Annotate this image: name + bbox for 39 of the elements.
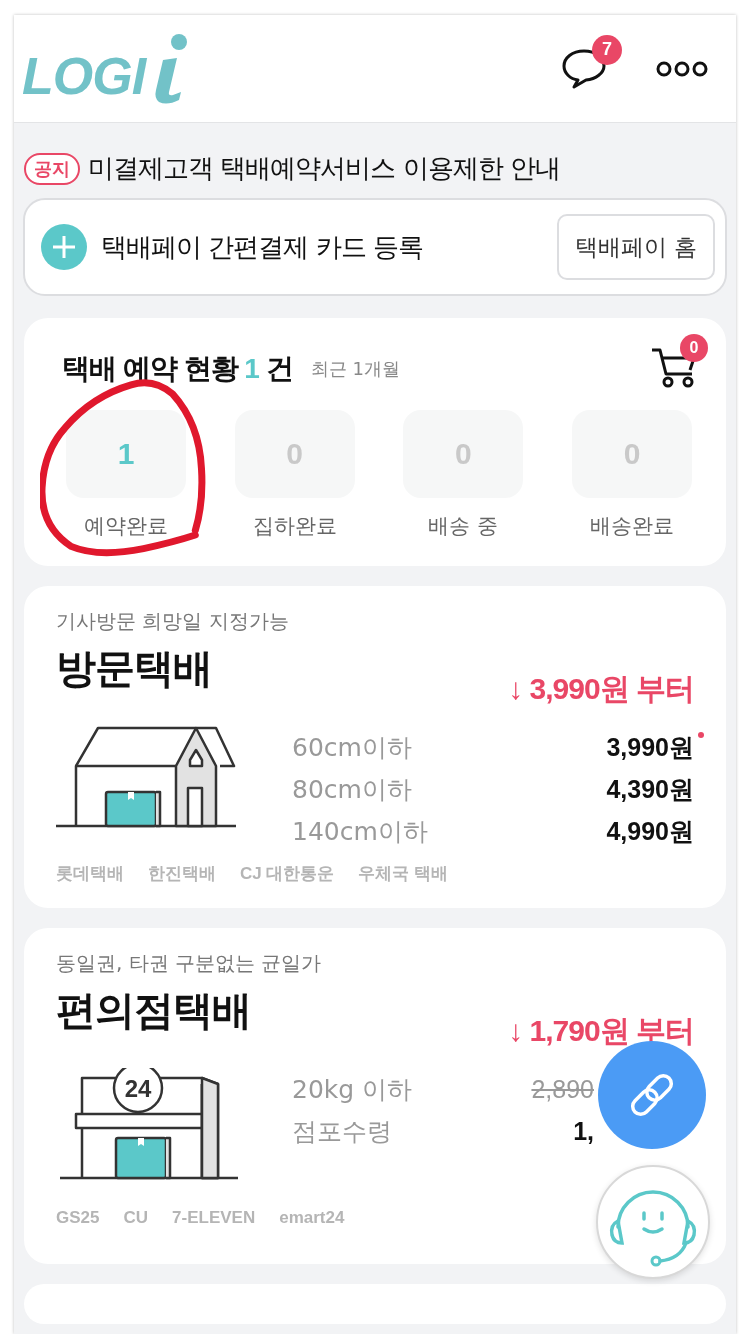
reservation-title: 택배 예약 현황 1 건: [62, 352, 293, 386]
carrier-logo: 한진택배: [148, 863, 216, 885]
pay-home-button[interactable]: 택배페이 홈: [556, 214, 715, 280]
notice-link[interactable]: 미결제고객 택배예약서비스 이용제한 안내: [88, 151, 560, 186]
price-text: 1,: [573, 1116, 594, 1146]
cart-badge: 0: [680, 334, 708, 362]
notification-badge: 7: [592, 34, 622, 65]
service-subtitle: 동일권, 타권 구분없는 균일가: [56, 950, 323, 977]
more-icon[interactable]: [656, 59, 708, 78]
carrier-logo: 7-ELEVEN: [172, 1208, 256, 1228]
from-price: ↓ 1,790원 부터: [508, 1013, 694, 1049]
status-label: 집하완료: [252, 513, 337, 540]
price-text: 3,990원: [606, 731, 694, 763]
service-subtitle: 기사방문 희망일 지정가능: [56, 608, 290, 635]
notice-tag: 공지: [24, 152, 80, 185]
card-register-link[interactable]: 택배페이 간편결제 카드 등록: [101, 229, 557, 265]
service-title[interactable]: 편의점택배: [56, 983, 251, 1038]
size-label: 20kg 이하: [292, 1073, 413, 1106]
period-label: 최근 1개월: [310, 357, 401, 381]
status-label: 예약완료: [84, 513, 168, 540]
carrier-logo: 롯데택배: [56, 863, 124, 885]
status-label: 배송완료: [589, 513, 674, 540]
size-label: 60cm이하: [292, 731, 412, 764]
status-label: 배송 중: [428, 513, 499, 540]
price-text: 2,890: [531, 1074, 594, 1104]
carrier-logo: GS25: [56, 1208, 100, 1228]
carrier-logo: emart24: [279, 1208, 345, 1228]
price-text: 4,390원: [606, 773, 694, 805]
carrier-logo: CJ 대한통운: [240, 863, 335, 885]
from-price: ↓ 3,990원 부터: [508, 671, 694, 707]
carrier-logo: 우체국 택배: [358, 863, 449, 885]
size-label: 점포수령: [292, 1115, 392, 1148]
size-label: 140cm이하: [292, 815, 428, 848]
carrier-logo: CU: [123, 1208, 149, 1228]
logo: LOGI: [22, 45, 146, 106]
store-number: 24: [124, 1075, 152, 1102]
service-title[interactable]: 방문택배: [56, 641, 212, 696]
size-label: 80cm이하: [292, 773, 412, 806]
price-text: 4,990원: [606, 815, 694, 847]
